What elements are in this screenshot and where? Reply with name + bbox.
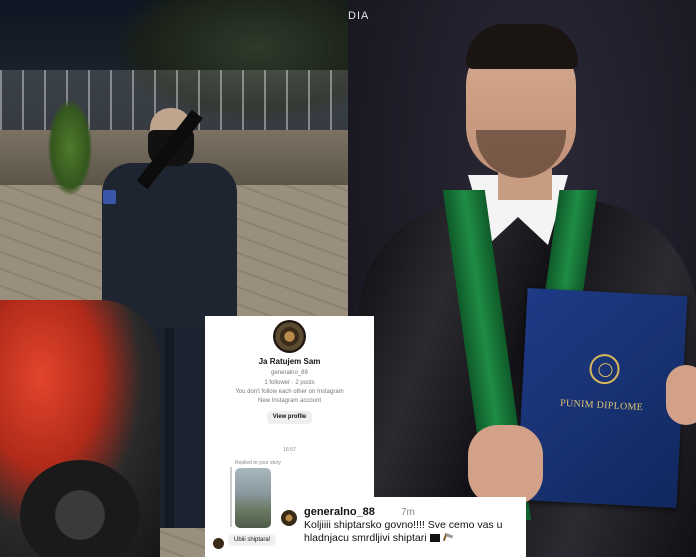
- comment-overlay: generalno_88 7m Koljiiii shiptarsko govn…: [276, 497, 526, 557]
- profile-avatar[interactable]: [273, 320, 306, 353]
- pirate-flag-icon: [429, 534, 440, 543]
- right-photo: DIA PUNIM DIPLOME: [348, 0, 696, 557]
- comment-text: Koljiiii shiptarsko govno!!!! Sve cemo v…: [304, 519, 503, 544]
- beard: [476, 130, 566, 178]
- follow-note: You don't follow each other on Instagram: [235, 389, 344, 395]
- profile-stats: 1 follower · 2 posts: [264, 380, 315, 386]
- reply-indicator-bar: [230, 467, 232, 527]
- shoulder-patch: [103, 190, 116, 204]
- message-timestamp: 16:57: [283, 447, 296, 453]
- story-thumbnail[interactable]: [235, 468, 271, 528]
- profile-name: Ja Ratujem Sam: [258, 357, 321, 366]
- media-watermark: DIA: [348, 10, 370, 22]
- hand-right: [666, 365, 696, 425]
- comment-time-ago: 7m: [401, 507, 415, 518]
- hair: [466, 24, 578, 69]
- diploma-title: PUNIM DIPLOME: [559, 397, 644, 414]
- axe-icon: [442, 533, 453, 544]
- message-bubble: Ubiii shiptara!: [228, 534, 277, 546]
- new-account-note: New Instagram account: [257, 398, 322, 404]
- replied-to-story-label: Replied to your story: [235, 460, 281, 466]
- comment-username[interactable]: generalno_88: [304, 506, 375, 518]
- view-profile-button[interactable]: View profile: [267, 411, 312, 424]
- commenter-avatar[interactable]: [281, 510, 297, 526]
- comment-text-wrap: Koljiiii shiptarsko govno!!!! Sve cemo v…: [304, 519, 522, 545]
- hand: [468, 425, 543, 505]
- university-seal-icon: [588, 353, 621, 385]
- profile-handle: generalno_88: [271, 370, 308, 376]
- sender-avatar: [213, 538, 224, 549]
